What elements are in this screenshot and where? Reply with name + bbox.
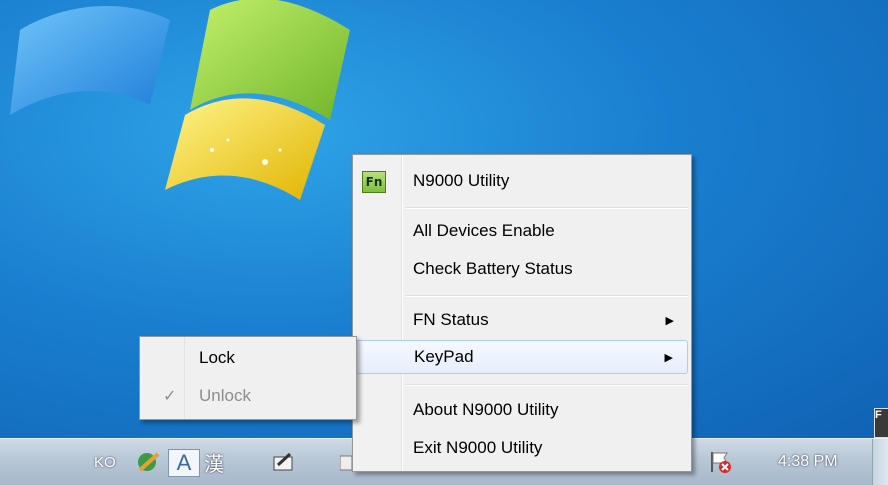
menu-item-fn-status[interactable]: FN Status ▶ — [356, 303, 688, 337]
clock[interactable]: 4:38 PM — [778, 439, 838, 485]
checkmark-icon: ✓ — [163, 388, 177, 405]
submenu-item-label: Lock — [199, 348, 235, 367]
menu-item-all-devices-enable[interactable]: All Devices Enable — [356, 214, 688, 248]
menu-item-label: Check Battery Status — [413, 259, 573, 278]
language-indicator[interactable]: KO — [94, 439, 116, 485]
windows-logo — [10, 0, 350, 200]
menu-item-keypad[interactable]: KeyPad ▶ — [356, 340, 688, 374]
menu-separator — [405, 207, 688, 209]
menu-item-label: All Devices Enable — [413, 221, 555, 240]
menu-separator — [405, 384, 688, 386]
keypad-submenu: Lock ✓ Unlock — [139, 336, 357, 420]
submenu-arrow-icon: ▶ — [664, 351, 673, 364]
submenu-item-unlock[interactable]: ✓ Unlock — [143, 379, 353, 413]
menu-item-check-battery-status[interactable]: Check Battery Status — [356, 252, 688, 286]
ime-hanja-button[interactable]: 漢 — [204, 439, 224, 485]
show-desktop-button[interactable] — [872, 439, 888, 485]
submenu-item-label: Unlock — [199, 386, 251, 405]
menu-item-n9000-utility[interactable]: Fn N9000 Utility — [356, 164, 688, 198]
menu-item-about[interactable]: About N9000 Utility — [356, 393, 688, 427]
menu-item-label: FN Status — [413, 310, 489, 329]
tray-icon-fragment[interactable] — [340, 439, 352, 485]
action-center-flag-icon[interactable] — [708, 439, 732, 485]
fn-icon: Fn — [362, 171, 386, 193]
submenu-arrow-icon: ▶ — [665, 314, 674, 327]
menu-item-label: KeyPad — [414, 347, 474, 366]
menu-item-exit[interactable]: Exit N9000 Utility — [356, 431, 688, 465]
pen-tablet-icon[interactable] — [272, 439, 296, 485]
menu-separator — [405, 295, 688, 297]
ime-alpha-mode-button[interactable]: A — [168, 449, 200, 477]
ime-pad-icon[interactable] — [136, 439, 162, 485]
submenu-item-lock[interactable]: Lock — [143, 341, 353, 375]
tray-context-menu: Fn N9000 Utility All Devices Enable Chec… — [352, 154, 692, 472]
menu-item-label: About N9000 Utility — [413, 400, 559, 419]
menu-item-label: Exit N9000 Utility — [413, 438, 543, 457]
menu-item-label: N9000 Utility — [413, 171, 510, 190]
tray-edge-icon[interactable]: F — [874, 408, 888, 438]
